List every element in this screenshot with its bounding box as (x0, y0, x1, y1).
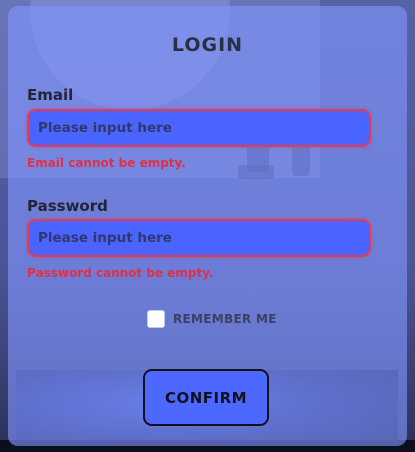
login-title: LOGIN (171, 34, 244, 56)
remember-me-label: REMEMBER ME (173, 312, 277, 326)
confirm-button[interactable]: CONFIRM (143, 369, 269, 426)
password-error-message: Password cannot be empty. (27, 266, 214, 280)
remember-me-option[interactable]: REMEMBER ME (148, 310, 277, 328)
email-label: Email (27, 86, 74, 104)
login-card: LOGIN Email Email cannot be empty. Passw… (8, 6, 407, 446)
password-input[interactable] (27, 219, 371, 257)
checkbox-unchecked-icon[interactable] (148, 311, 164, 327)
email-input[interactable] (27, 109, 371, 147)
email-error-message: Email cannot be empty. (27, 156, 186, 170)
password-label: Password (27, 197, 108, 215)
